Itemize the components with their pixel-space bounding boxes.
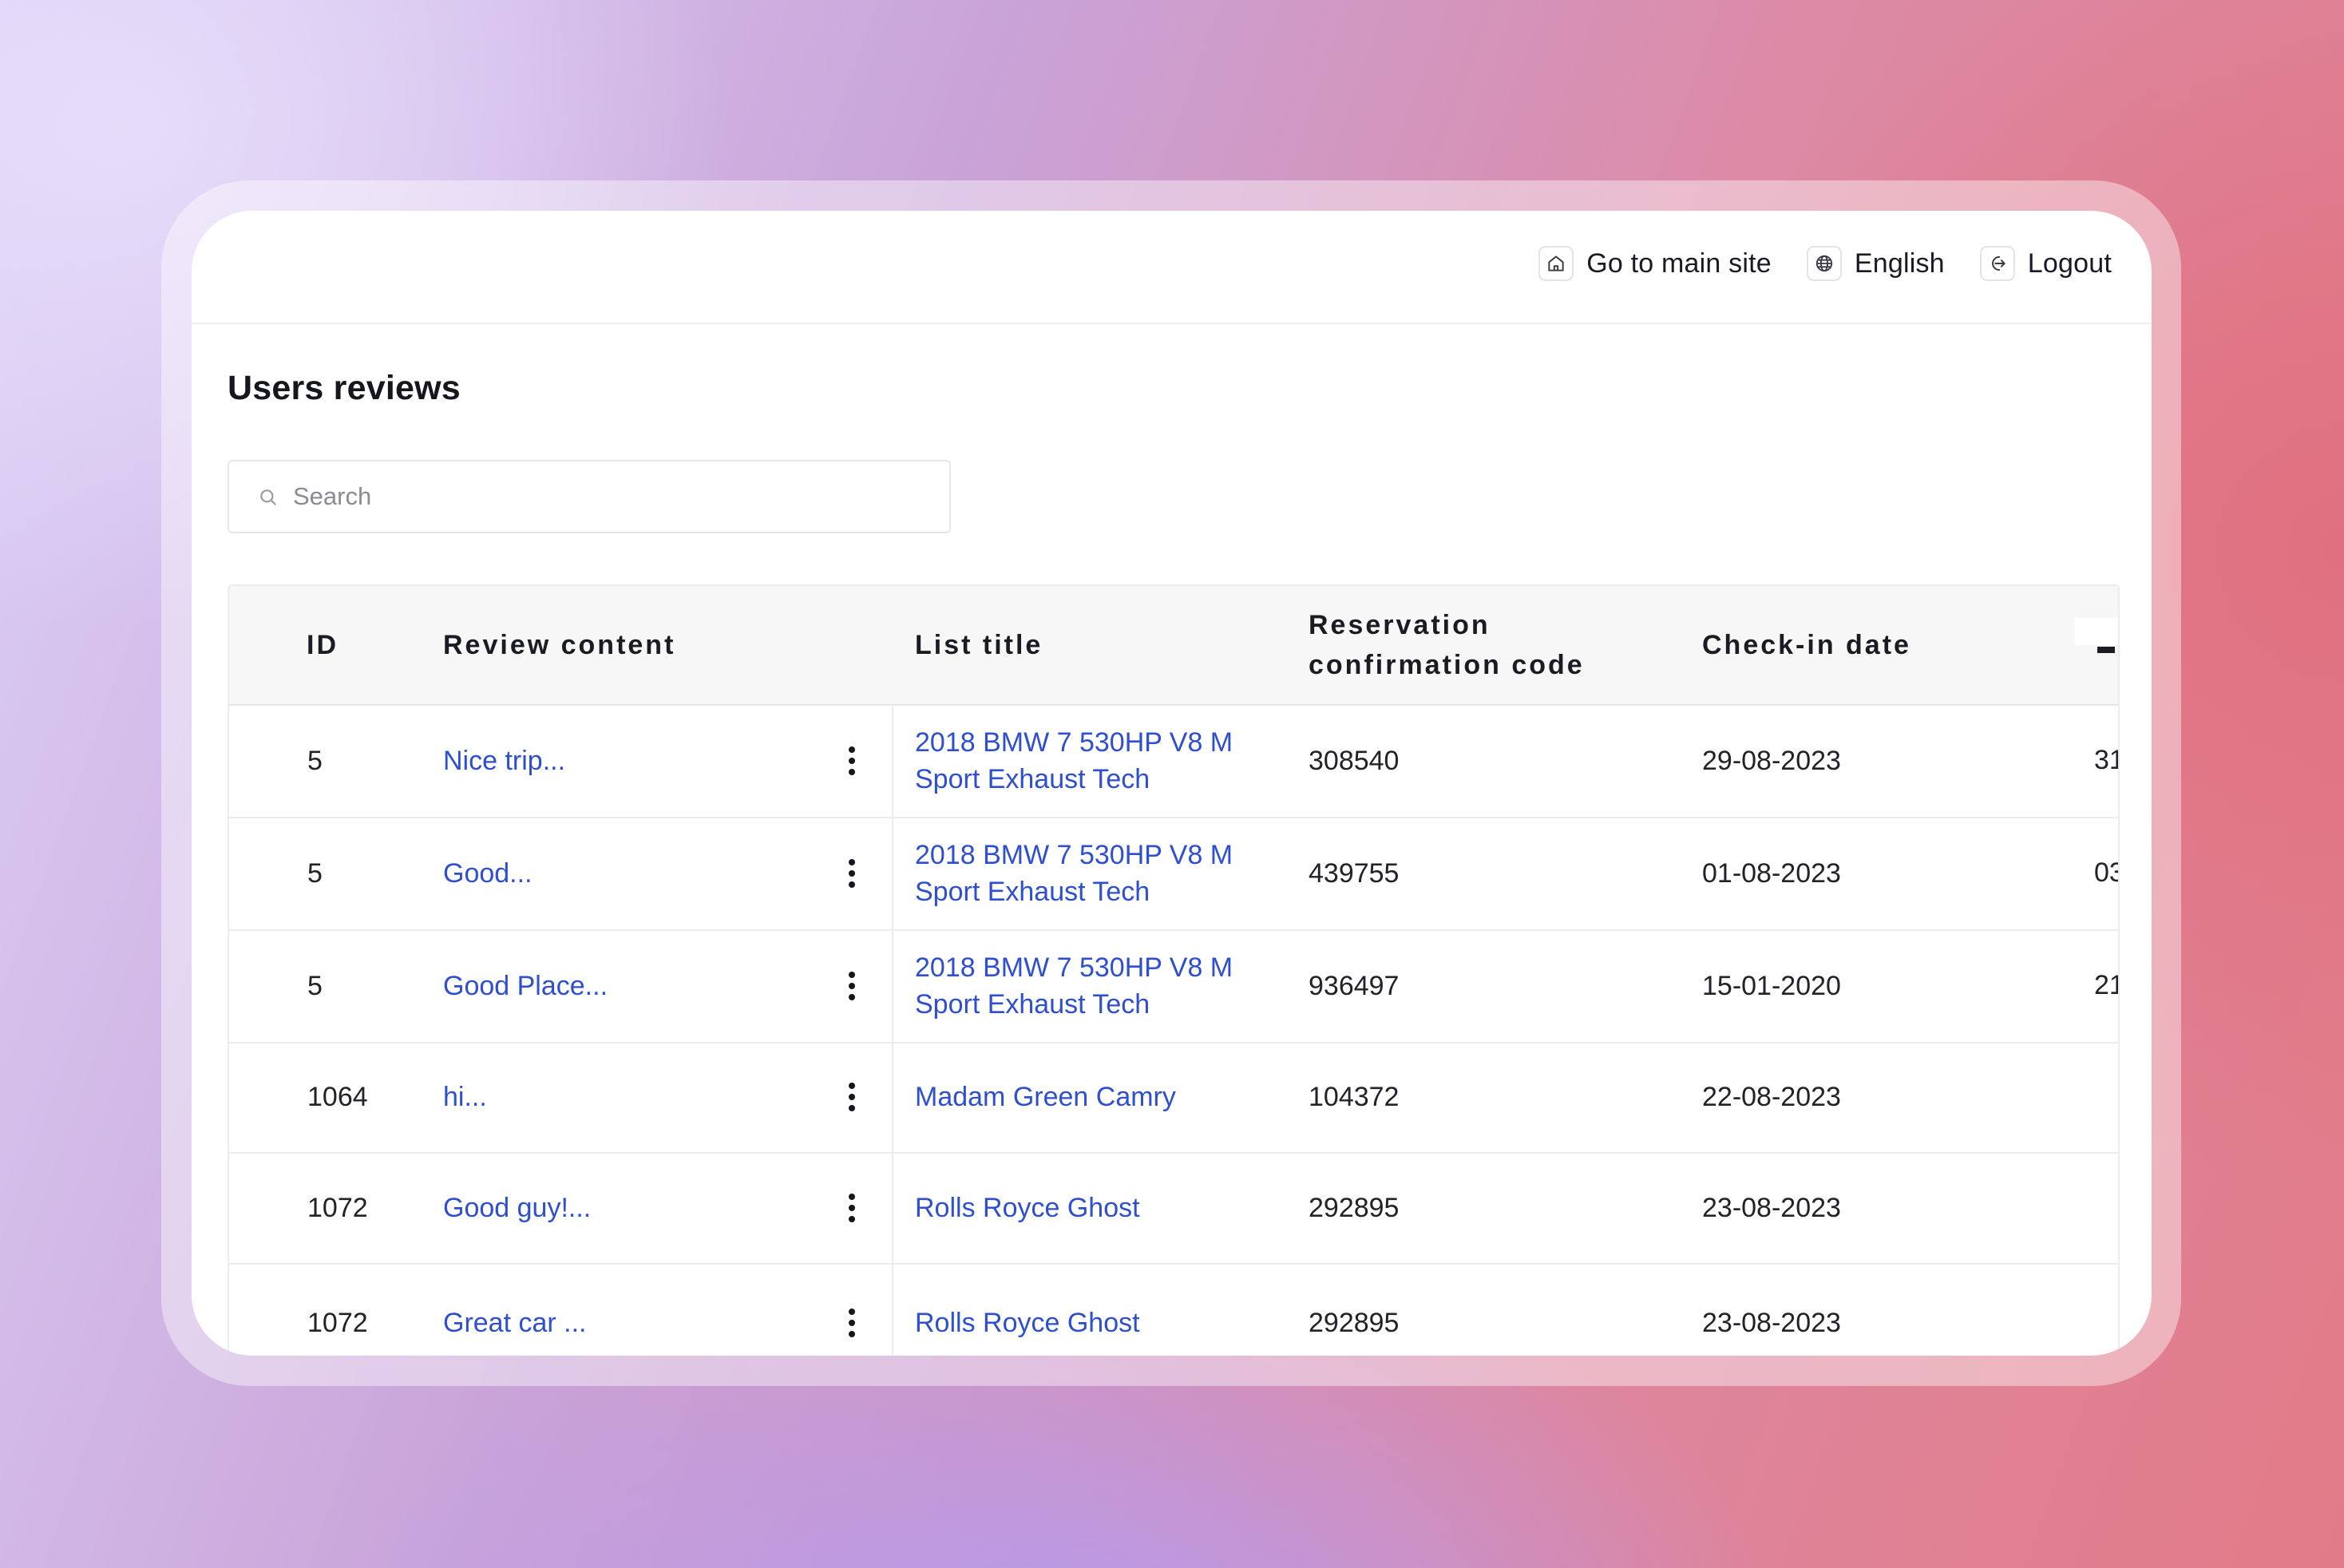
cell-review-link[interactable]: hi...	[443, 1042, 487, 1152]
cell-list-title-link[interactable]: Rolls Royce Ghost	[915, 1295, 1140, 1351]
cell-check-in-date: 23-08-2023	[1702, 1192, 1841, 1223]
cell-clipped-value: 31	[2094, 745, 2118, 775]
top-actions: Go to main site English Logout	[1538, 246, 2112, 281]
column-divider	[892, 1042, 893, 1152]
column-header-id[interactable]: ID	[307, 586, 339, 704]
search-box[interactable]	[228, 460, 951, 533]
language-selector[interactable]: English	[1806, 246, 1945, 281]
cell-reservation-code: 292895	[1309, 1192, 1400, 1223]
logout-button[interactable]: Logout	[1979, 246, 2112, 281]
kebab-menu-icon	[849, 1309, 855, 1337]
kebab-menu-icon	[849, 858, 855, 888]
table-row[interactable]: 5 Nice trip... 2018 BMW 7 530HP V8 M Spo…	[229, 704, 2118, 818]
cell-clipped-column: 21	[2089, 929, 2118, 1042]
cell-reservation-code: 439755	[1309, 857, 1400, 889]
cell-check-in-date: 29-08-2023	[1702, 745, 1841, 776]
cell-reservation-code: 292895	[1309, 1308, 1400, 1338]
cell-list-title-link[interactable]: Rolls Royce Ghost	[915, 1152, 1140, 1263]
list-title-line1: 2018 BMW 7 530HP V8 M	[915, 727, 1233, 758]
kebab-menu-icon	[849, 746, 855, 775]
cell-check-in-date: 15-01-2020	[1702, 970, 1841, 1001]
cell-clipped-column: 03	[2089, 817, 2118, 929]
reviews-table: ID Review content List title Reservation…	[228, 584, 2120, 1356]
table-row[interactable]: 5 Good... 2018 BMW 7 530HP V8 M Sport Ex…	[229, 817, 2118, 931]
column-header-clipped	[2075, 618, 2118, 645]
logout-label: Logout	[2027, 247, 2112, 279]
cell-clipped-value: 21	[2094, 970, 2118, 1000]
cell-check-in-date: 22-08-2023	[1702, 1082, 1841, 1112]
cell-reservation-code: 308540	[1309, 745, 1400, 776]
row-menu-button[interactable]	[836, 929, 868, 1042]
table-row[interactable]: 1072 Great car ... Rolls Royce Ghost 292…	[229, 1263, 2118, 1356]
cell-list-title-link[interactable]: Madam Green Camry	[915, 1042, 1176, 1152]
column-divider	[892, 1263, 893, 1356]
cell-id: 1072	[307, 1192, 368, 1223]
row-menu-button[interactable]	[836, 1152, 868, 1263]
row-menu-button[interactable]	[836, 704, 868, 817]
table-row[interactable]: 1064 hi... Madam Green Camry 104372 22-0…	[229, 1042, 2118, 1154]
column-header-clipped-text	[2097, 647, 2115, 653]
column-divider	[892, 1152, 893, 1263]
language-label: English	[1854, 247, 1945, 279]
search-input[interactable]	[293, 461, 932, 532]
go-to-main-site-link[interactable]: Go to main site	[1538, 246, 1772, 281]
list-title-line2: Sport Exhaust Tech	[915, 876, 1150, 907]
table-row[interactable]: 5 Good Place... 2018 BMW 7 530HP V8 M Sp…	[229, 929, 2118, 1043]
table-header: ID Review content List title Reservation…	[229, 586, 2118, 706]
search-icon	[258, 487, 279, 512]
column-divider	[892, 929, 893, 1042]
row-menu-button[interactable]	[836, 1295, 868, 1351]
cell-review-link[interactable]: Good Place...	[443, 929, 608, 1042]
list-title-line1: 2018 BMW 7 530HP V8 M	[915, 839, 1233, 870]
cell-list-title-link[interactable]: 2018 BMW 7 530HP V8 M Sport Exhaust Tech	[915, 704, 1233, 817]
cell-clipped-column: 31	[2089, 704, 2118, 817]
top-bar: Go to main site English Logout	[192, 211, 2152, 324]
cell-review-link[interactable]: Good...	[443, 817, 533, 929]
globe-icon	[1806, 246, 1842, 281]
cell-id: 1072	[307, 1308, 368, 1338]
cell-review-link[interactable]: Good guy!...	[443, 1152, 591, 1263]
cell-review-link[interactable]: Nice trip...	[443, 704, 565, 817]
column-header-review-content[interactable]: Review content	[443, 586, 675, 704]
cell-id: 5	[307, 857, 323, 889]
column-divider	[892, 704, 893, 817]
cell-reservation-code: 936497	[1309, 970, 1400, 1001]
column-header-reservation-code-line2: confirmation code	[1309, 650, 1585, 680]
cell-reservation-code: 104372	[1309, 1082, 1400, 1112]
cell-list-title-link[interactable]: 2018 BMW 7 530HP V8 M Sport Exhaust Tech	[915, 929, 1233, 1042]
row-menu-button[interactable]	[836, 817, 868, 929]
kebab-menu-icon	[849, 1083, 855, 1111]
cell-check-in-date: 23-08-2023	[1702, 1308, 1841, 1338]
cell-id: 5	[307, 970, 323, 1001]
page-title: Users reviews	[228, 369, 461, 407]
row-menu-button[interactable]	[836, 1042, 868, 1152]
app-window: Go to main site English Logout Users rev…	[192, 211, 2152, 1356]
cell-review-link[interactable]: Great car ...	[443, 1295, 587, 1351]
cell-check-in-date: 01-08-2023	[1702, 857, 1841, 889]
go-to-main-site-label: Go to main site	[1586, 247, 1772, 279]
cell-clipped-value: 03	[2094, 857, 2118, 888]
list-title-line2: Sport Exhaust Tech	[915, 988, 1150, 1020]
column-header-reservation-code[interactable]: Reservation confirmation code	[1309, 586, 1585, 704]
column-header-check-in-date[interactable]: Check-in date	[1702, 586, 1911, 704]
logout-icon	[1979, 246, 2015, 281]
list-title-line2: Sport Exhaust Tech	[915, 763, 1150, 794]
list-title-line1: 2018 BMW 7 530HP V8 M	[915, 952, 1233, 983]
cell-id: 1064	[307, 1082, 368, 1112]
kebab-menu-icon	[849, 1193, 855, 1222]
cell-id: 5	[307, 745, 323, 776]
table-row[interactable]: 1072 Good guy!... Rolls Royce Ghost 2928…	[229, 1152, 2118, 1265]
column-header-reservation-code-line1: Reservation	[1309, 610, 1491, 640]
home-icon	[1538, 246, 1574, 281]
cell-list-title-link[interactable]: 2018 BMW 7 530HP V8 M Sport Exhaust Tech	[915, 817, 1233, 929]
column-divider	[892, 817, 893, 929]
column-header-list-title[interactable]: List title	[915, 586, 1043, 704]
kebab-menu-icon	[849, 971, 855, 1000]
